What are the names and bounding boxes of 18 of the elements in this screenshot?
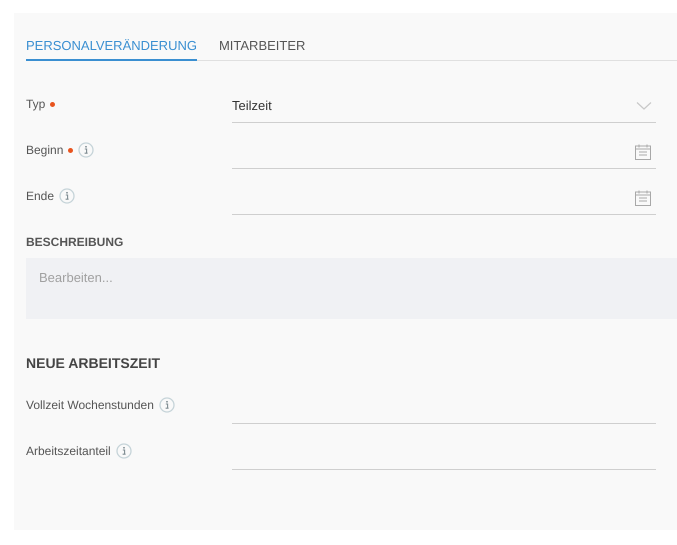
info-icon[interactable] [78,142,94,158]
info-icon[interactable] [59,188,76,204]
calendar-icon[interactable] [634,142,652,160]
field-label: Vollzeit Wochenstunden [26,397,154,414]
field-label: Arbeitszeitanteil [26,443,111,460]
field-value: Teilzeit [232,96,272,115]
info-icon[interactable] [116,443,132,459]
info-icon[interactable] [158,397,175,413]
section-heading: BESCHREIBUNG [26,234,124,251]
field-label: Beginn [26,142,64,159]
calendar-icon[interactable] [634,188,652,206]
chevron-down-icon[interactable] [636,100,652,110]
field-label: Typ [26,96,46,113]
description-field[interactable]: Bearbeiten... [26,258,677,319]
dropdown-field[interactable]: Teilzeit [232,89,656,123]
tab[interactable]: MITARBEITER [218,32,306,61]
section-heading: NEUE ARBEITSZEIT [26,354,162,373]
field-label: Ende [26,188,54,205]
